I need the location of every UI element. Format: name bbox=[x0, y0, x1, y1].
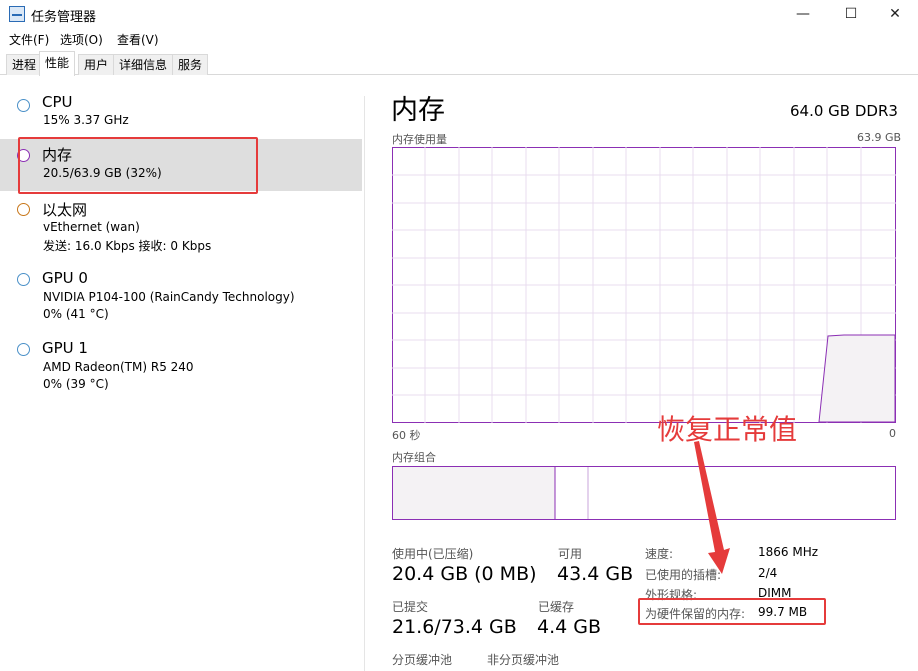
graph-time-right: 0 bbox=[889, 427, 896, 440]
menu-view[interactable]: 查看(V) bbox=[117, 31, 159, 48]
available-label: 可用 bbox=[558, 547, 583, 561]
tab-services[interactable]: 服务 bbox=[172, 54, 209, 75]
usage-graph-max: 63.9 GB bbox=[857, 131, 902, 144]
resource-ethernet[interactable]: 以太网 vEthernet (wan) 发送: 16.0 Kbps 接收: 0 … bbox=[0, 198, 362, 258]
maximize-button[interactable]: ☐ bbox=[828, 0, 874, 28]
panel-splitter[interactable] bbox=[364, 96, 365, 671]
resource-name: CPU bbox=[42, 93, 73, 111]
detail-spec: 64.0 GB DDR3 bbox=[790, 102, 898, 120]
in-use-value: 20.4 GB (0 MB) bbox=[392, 563, 537, 585]
window-title: 任务管理器 bbox=[31, 10, 97, 25]
title-bar: 任务管理器 — ☐ ✕ bbox=[0, 0, 918, 28]
resource-sub: NVIDIA P104-100 (RainCandy Technology) bbox=[43, 290, 295, 304]
tab-details[interactable]: 详细信息 bbox=[113, 54, 174, 75]
task-manager-icon bbox=[9, 6, 25, 22]
committed-value: 21.6/73.4 GB bbox=[392, 616, 517, 638]
close-button[interactable]: ✕ bbox=[872, 0, 918, 28]
resource-sub: 15% 3.37 GHz bbox=[43, 113, 129, 127]
in-use-label: 使用中(已压缩) bbox=[392, 547, 474, 561]
nonpaged-pool-label: 非分页缓冲池 bbox=[487, 653, 560, 667]
tab-users[interactable]: 用户 bbox=[78, 54, 115, 75]
tab-performance[interactable]: 性能 bbox=[39, 51, 76, 76]
slots-used-value: 2/4 bbox=[758, 566, 778, 580]
annotation-box-reserved bbox=[638, 598, 826, 625]
ethernet-graph-icon bbox=[17, 203, 30, 216]
menu-options[interactable]: 选项(O) bbox=[60, 31, 103, 48]
memory-usage-area bbox=[818, 334, 896, 423]
menu-file[interactable]: 文件(F) bbox=[9, 31, 49, 48]
speed-label: 速度: bbox=[645, 547, 674, 561]
speed-value: 1866 MHz bbox=[758, 545, 819, 559]
gpu1-graph-icon bbox=[17, 343, 30, 356]
tab-processes[interactable]: 进程 bbox=[6, 54, 43, 75]
menu-bar: 文件(F) 选项(O) 查看(V) bbox=[0, 28, 918, 50]
resource-sub-2: 0% (41 °C) bbox=[43, 307, 109, 321]
cached-value: 4.4 GB bbox=[537, 616, 602, 638]
paged-pool-label: 分页缓冲池 bbox=[392, 653, 453, 667]
resource-sub-2: 0% (39 °C) bbox=[43, 377, 109, 391]
resource-sub: AMD Radeon(TM) R5 240 bbox=[43, 360, 194, 374]
available-value: 43.4 GB bbox=[557, 563, 634, 585]
resource-sub: vEthernet (wan) bbox=[43, 220, 140, 234]
resource-name: 以太网 bbox=[42, 201, 88, 219]
minimize-button[interactable]: — bbox=[780, 0, 826, 28]
cached-label: 已缓存 bbox=[538, 600, 575, 614]
annotation-arrow bbox=[694, 441, 730, 574]
tab-strip: 进程 性能 用户 详细信息 服务 bbox=[0, 51, 918, 76]
resource-name: GPU 0 bbox=[42, 269, 88, 287]
gpu0-graph-icon bbox=[17, 273, 30, 286]
annotation-box-memory bbox=[18, 137, 258, 194]
resource-gpu1[interactable]: GPU 1 AMD Radeon(TM) R5 240 0% (39 °C) bbox=[0, 338, 362, 398]
detail-title: 内存 bbox=[391, 95, 445, 126]
cpu-graph-icon bbox=[17, 99, 30, 112]
memory-usage-graph bbox=[392, 147, 896, 423]
resource-sub-2: 发送: 16.0 Kbps 接收: 0 Kbps bbox=[43, 239, 212, 253]
composition-label: 内存组合 bbox=[392, 451, 436, 464]
graph-time-left: 60 秒 bbox=[392, 429, 421, 442]
usage-graph-label: 内存使用量 bbox=[392, 133, 447, 146]
resource-gpu0[interactable]: GPU 0 NVIDIA P104-100 (RainCandy Technol… bbox=[0, 268, 362, 328]
committed-label: 已提交 bbox=[392, 600, 429, 614]
memory-composition-bar bbox=[392, 466, 896, 520]
resource-name: GPU 1 bbox=[42, 339, 88, 357]
